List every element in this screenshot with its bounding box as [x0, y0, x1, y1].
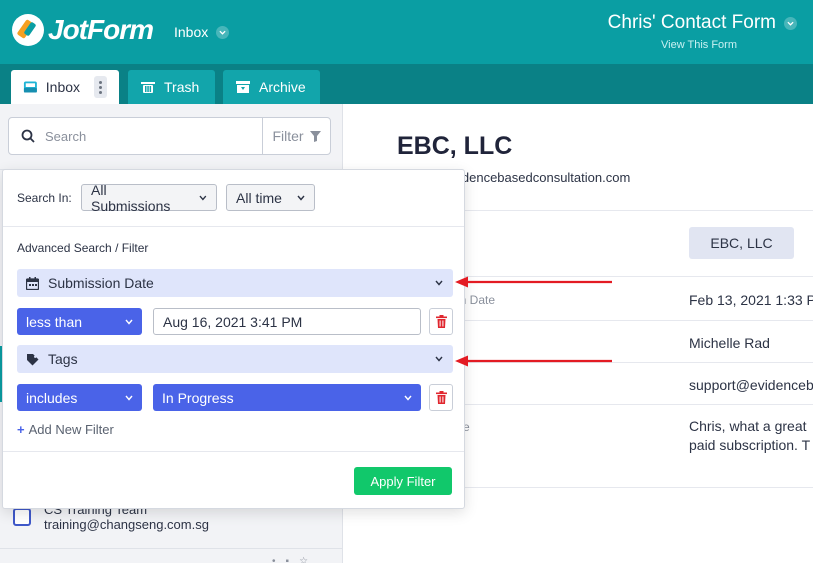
- search-in-label: Search In:: [17, 191, 72, 205]
- filter-operator-select[interactable]: less than: [17, 308, 142, 335]
- dot-icon[interactable]: •: [272, 556, 276, 563]
- filter-date-input[interactable]: Aug 16, 2021 3:41 PM: [153, 308, 421, 335]
- chevron-down-icon: [125, 319, 133, 325]
- submission-title: EBC, LLC: [397, 132, 513, 160]
- field-value: Chris, what a great: [689, 418, 807, 434]
- logo-text: JotForm: [48, 14, 154, 45]
- annotation-arrow-icon: [455, 355, 612, 367]
- search-input[interactable]: Search: [45, 129, 262, 144]
- time-range-select[interactable]: All time: [226, 184, 315, 211]
- delete-icon: [435, 315, 447, 328]
- time-range-select-value: All time: [236, 189, 282, 206]
- star-icon[interactable]: ☆: [299, 556, 308, 563]
- flag-icon[interactable]: ▪: [286, 556, 290, 563]
- filter-button[interactable]: Filter: [262, 118, 330, 154]
- tab-trash-label: Trash: [164, 79, 200, 95]
- delete-filter-button[interactable]: [429, 384, 453, 411]
- trash-icon: [141, 82, 155, 93]
- chevron-down-icon: [297, 195, 305, 201]
- tab-trash[interactable]: Trash: [128, 70, 215, 104]
- filter-button-label: Filter: [272, 128, 304, 144]
- tab-inbox[interactable]: Inbox: [11, 70, 119, 104]
- filter-field-tags[interactable]: Tags: [17, 345, 453, 373]
- list-divider: [0, 548, 343, 549]
- funnel-icon: [309, 130, 321, 142]
- list-item-email[interactable]: training@changseng.com.sg: [44, 517, 209, 532]
- field-value: support@evidencebased: [689, 377, 813, 393]
- jotform-logo-icon: [12, 14, 44, 46]
- company-badge: EBC, LLC: [689, 227, 794, 259]
- tab-inbox-label: Inbox: [45, 79, 81, 95]
- submissions-select[interactable]: All Submissions: [81, 181, 217, 214]
- tab-archive[interactable]: Archive: [223, 70, 320, 104]
- filter-operator-select[interactable]: includes: [17, 384, 142, 411]
- popover-divider: [3, 226, 464, 227]
- filter-field-label: Submission Date: [48, 275, 154, 291]
- inbox-dropdown-label: Inbox: [174, 24, 209, 40]
- field-value: Michelle Rad: [689, 335, 770, 351]
- filter-field-label: Tags: [48, 351, 78, 367]
- tab-archive-label: Archive: [259, 79, 306, 95]
- filter-date-value: Aug 16, 2021 3:41 PM: [163, 313, 303, 330]
- chevron-down-icon: [216, 25, 230, 39]
- filter-tag-value: In Progress: [162, 389, 234, 406]
- calendar-icon: [26, 276, 39, 290]
- jotform-logo[interactable]: JotForm: [12, 14, 154, 46]
- chevron-down-icon: [435, 356, 443, 362]
- tag-icon: [27, 353, 39, 365]
- chevron-down-icon: [784, 16, 797, 30]
- view-form-link[interactable]: View This Form: [661, 39, 737, 51]
- filter-popover: Search In: All Submissions All time Adva…: [2, 169, 465, 509]
- plus-icon: +: [17, 422, 25, 437]
- inbox-dropdown[interactable]: Inbox: [174, 24, 230, 40]
- filter-tag-value-select[interactable]: In Progress: [153, 384, 421, 411]
- form-title-dropdown[interactable]: Chris' Contact Form: [608, 12, 797, 34]
- add-new-filter-link[interactable]: + Add New Filter: [17, 422, 114, 437]
- apply-filter-button[interactable]: Apply Filter: [354, 467, 452, 495]
- chevron-down-icon: [125, 395, 133, 401]
- chevron-down-icon: [199, 195, 207, 201]
- field-value: Feb 13, 2021 1:33 PM: [689, 292, 813, 308]
- submission-email: idencebasedconsultation.com: [459, 170, 631, 185]
- chevron-down-icon: [435, 280, 443, 286]
- search-icon: [21, 129, 35, 143]
- add-new-filter-label: Add New Filter: [28, 422, 114, 437]
- field-value: paid subscription. T: [689, 437, 811, 453]
- filter-operator-value: includes: [26, 389, 78, 406]
- list-item-checkbox[interactable]: [13, 508, 31, 526]
- chevron-down-icon: [404, 395, 412, 401]
- advanced-filter-label: Advanced Search / Filter: [17, 241, 149, 255]
- archive-icon: [236, 81, 250, 93]
- inbox-icon: [23, 81, 37, 93]
- filter-operator-value: less than: [26, 313, 83, 330]
- filter-field-submission-date[interactable]: Submission Date: [17, 269, 453, 297]
- top-header: JotForm Inbox Chris' Contact Form View T…: [0, 0, 813, 64]
- delete-filter-button[interactable]: [429, 308, 453, 335]
- more-options-icon[interactable]: [94, 76, 107, 98]
- tab-bar: Inbox Trash Archive: [0, 64, 813, 104]
- form-title: Chris' Contact Form: [607, 12, 776, 33]
- annotation-arrow-icon: [455, 276, 612, 288]
- submissions-select-value: All Submissions: [91, 181, 171, 214]
- popover-divider: [3, 451, 464, 452]
- list-item-actions: • ▪ ☆: [272, 556, 308, 563]
- search-box[interactable]: Search Filter: [8, 117, 331, 155]
- delete-icon: [435, 391, 447, 404]
